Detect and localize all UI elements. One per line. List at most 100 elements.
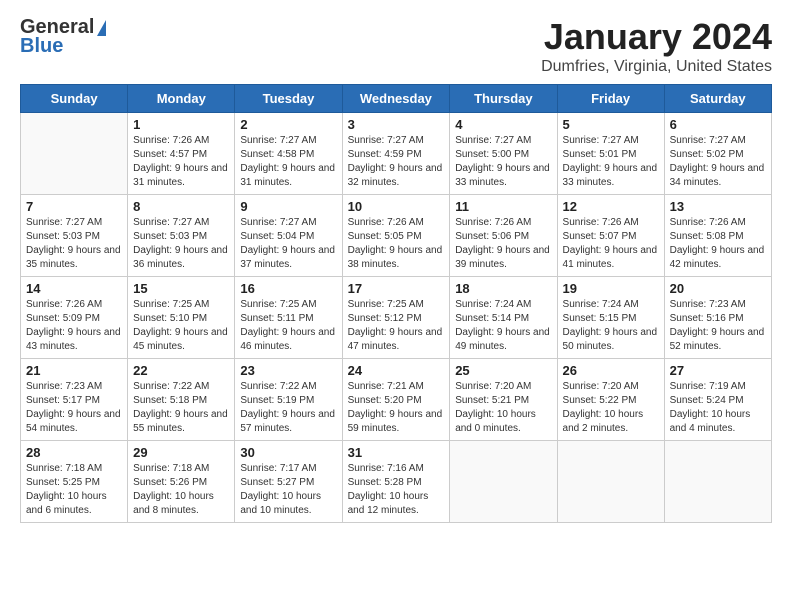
day-number: 16 xyxy=(240,281,336,296)
day-cell xyxy=(21,113,128,195)
day-info: Sunrise: 7:26 AMSunset: 5:09 PMDaylight:… xyxy=(26,298,122,354)
day-number: 5 xyxy=(563,117,659,132)
day-number: 30 xyxy=(240,445,336,460)
day-info: Sunrise: 7:24 AMSunset: 5:14 PMDaylight:… xyxy=(455,298,551,354)
calendar: SundayMondayTuesdayWednesdayThursdayFrid… xyxy=(20,84,772,523)
day-number: 17 xyxy=(348,281,445,296)
day-cell: 3 Sunrise: 7:27 AMSunset: 4:59 PMDaylight… xyxy=(342,113,450,195)
day-cell: 13 Sunrise: 7:26 AMSunset: 5:08 PMDayligh… xyxy=(664,195,771,277)
day-number: 11 xyxy=(455,199,551,214)
day-number: 10 xyxy=(348,199,445,214)
weekday-header-friday: Friday xyxy=(557,85,664,113)
day-number: 26 xyxy=(563,363,659,378)
day-info: Sunrise: 7:27 AMSunset: 5:04 PMDaylight:… xyxy=(240,216,336,272)
day-info: Sunrise: 7:27 AMSunset: 5:00 PMDaylight:… xyxy=(455,134,551,190)
day-cell: 26 Sunrise: 7:20 AMSunset: 5:22 PMDayligh… xyxy=(557,359,664,441)
day-cell: 19Sunrise: 7:24 AMSunset: 5:15 PMDayligh… xyxy=(557,277,664,359)
day-cell: 7 Sunrise: 7:27 AMSunset: 5:03 PMDaylight… xyxy=(21,195,128,277)
week-row-5: 28Sunrise: 7:18 AMSunset: 5:25 PMDayligh… xyxy=(21,441,772,523)
day-number: 6 xyxy=(670,117,766,132)
day-number: 15 xyxy=(133,281,229,296)
day-info: Sunrise: 7:20 AMSunset: 5:22 PMDaylight:… xyxy=(563,380,659,436)
location-title: Dumfries, Virginia, United States xyxy=(541,58,772,76)
day-cell: 6 Sunrise: 7:27 AMSunset: 5:02 PMDaylight… xyxy=(664,113,771,195)
day-info: Sunrise: 7:22 AMSunset: 5:19 PMDaylight:… xyxy=(240,380,336,436)
day-info: Sunrise: 7:21 AMSunset: 5:20 PMDaylight:… xyxy=(348,380,445,436)
day-info: Sunrise: 7:26 AMSunset: 5:05 PMDaylight:… xyxy=(348,216,445,272)
day-info: Sunrise: 7:25 AMSunset: 5:11 PMDaylight:… xyxy=(240,298,336,354)
day-number: 21 xyxy=(26,363,122,378)
day-number: 25 xyxy=(455,363,551,378)
day-cell: 23 Sunrise: 7:22 AMSunset: 5:19 PMDayligh… xyxy=(235,359,342,441)
day-cell: 8 Sunrise: 7:27 AMSunset: 5:03 PMDaylight… xyxy=(128,195,235,277)
day-cell xyxy=(664,441,771,523)
day-cell: 17 Sunrise: 7:25 AMSunset: 5:12 PMDayligh… xyxy=(342,277,450,359)
weekday-header-monday: Monday xyxy=(128,85,235,113)
day-number: 14 xyxy=(26,281,122,296)
weekday-header-saturday: Saturday xyxy=(664,85,771,113)
day-cell: 11Sunrise: 7:26 AMSunset: 5:06 PMDayligh… xyxy=(450,195,557,277)
day-cell: 10 Sunrise: 7:26 AMSunset: 5:05 PMDayligh… xyxy=(342,195,450,277)
day-cell: 28Sunrise: 7:18 AMSunset: 5:25 PMDayligh… xyxy=(21,441,128,523)
day-info: Sunrise: 7:27 AMSunset: 5:01 PMDaylight:… xyxy=(563,134,659,190)
day-number: 13 xyxy=(670,199,766,214)
day-cell xyxy=(557,441,664,523)
day-cell: 15 Sunrise: 7:25 AMSunset: 5:10 PMDayligh… xyxy=(128,277,235,359)
day-number: 23 xyxy=(240,363,336,378)
day-cell: 16 Sunrise: 7:25 AMSunset: 5:11 PMDayligh… xyxy=(235,277,342,359)
day-number: 2 xyxy=(240,117,336,132)
day-info: Sunrise: 7:25 AMSunset: 5:12 PMDaylight:… xyxy=(348,298,445,354)
day-info: Sunrise: 7:23 AMSunset: 5:16 PMDaylight:… xyxy=(670,298,766,354)
day-number: 24 xyxy=(348,363,445,378)
day-number: 18 xyxy=(455,281,551,296)
header: General Blue January 2024 Dumfries, Virg… xyxy=(20,16,772,76)
weekday-header-wednesday: Wednesday xyxy=(342,85,450,113)
day-number: 20 xyxy=(670,281,766,296)
weekday-header-sunday: Sunday xyxy=(21,85,128,113)
day-info: Sunrise: 7:27 AMSunset: 5:03 PMDaylight:… xyxy=(133,216,229,272)
day-info: Sunrise: 7:27 AMSunset: 4:58 PMDaylight:… xyxy=(240,134,336,190)
day-cell: 1Sunrise: 7:26 AMSunset: 4:57 PMDaylight… xyxy=(128,113,235,195)
day-number: 3 xyxy=(348,117,445,132)
day-cell: 5 Sunrise: 7:27 AMSunset: 5:01 PMDaylight… xyxy=(557,113,664,195)
day-number: 4 xyxy=(455,117,551,132)
day-info: Sunrise: 7:16 AMSunset: 5:28 PMDaylight:… xyxy=(348,462,445,518)
day-cell: 12 Sunrise: 7:26 AMSunset: 5:07 PMDayligh… xyxy=(557,195,664,277)
day-number: 22 xyxy=(133,363,229,378)
week-row-3: 14 Sunrise: 7:26 AMSunset: 5:09 PMDayligh… xyxy=(21,277,772,359)
day-cell: 18 Sunrise: 7:24 AMSunset: 5:14 PMDayligh… xyxy=(450,277,557,359)
day-info: Sunrise: 7:26 AMSunset: 5:07 PMDaylight:… xyxy=(563,216,659,272)
logo: General Blue xyxy=(20,16,106,58)
day-cell: 14 Sunrise: 7:26 AMSunset: 5:09 PMDayligh… xyxy=(21,277,128,359)
day-cell: 27Sunrise: 7:19 AMSunset: 5:24 PMDayligh… xyxy=(664,359,771,441)
day-info: Sunrise: 7:25 AMSunset: 5:10 PMDaylight:… xyxy=(133,298,229,354)
day-cell: 21 Sunrise: 7:23 AMSunset: 5:17 PMDayligh… xyxy=(21,359,128,441)
day-info: Sunrise: 7:18 AMSunset: 5:25 PMDaylight:… xyxy=(26,462,122,518)
day-info: Sunrise: 7:26 AMSunset: 4:57 PMDaylight:… xyxy=(133,134,229,190)
day-cell: 31 Sunrise: 7:16 AMSunset: 5:28 PMDayligh… xyxy=(342,441,450,523)
day-cell: 9Sunrise: 7:27 AMSunset: 5:04 PMDaylight… xyxy=(235,195,342,277)
day-number: 29 xyxy=(133,445,229,460)
logo-blue: Blue xyxy=(20,35,63,58)
day-info: Sunrise: 7:26 AMSunset: 5:08 PMDaylight:… xyxy=(670,216,766,272)
day-info: Sunrise: 7:27 AMSunset: 5:03 PMDaylight:… xyxy=(26,216,122,272)
day-number: 31 xyxy=(348,445,445,460)
day-number: 27 xyxy=(670,363,766,378)
day-info: Sunrise: 7:22 AMSunset: 5:18 PMDaylight:… xyxy=(133,380,229,436)
day-number: 7 xyxy=(26,199,122,214)
day-cell xyxy=(450,441,557,523)
day-number: 8 xyxy=(133,199,229,214)
logo-triangle xyxy=(97,20,106,36)
week-row-2: 7 Sunrise: 7:27 AMSunset: 5:03 PMDaylight… xyxy=(21,195,772,277)
day-info: Sunrise: 7:27 AMSunset: 4:59 PMDaylight:… xyxy=(348,134,445,190)
day-cell: 4 Sunrise: 7:27 AMSunset: 5:00 PMDaylight… xyxy=(450,113,557,195)
day-info: Sunrise: 7:27 AMSunset: 5:02 PMDaylight:… xyxy=(670,134,766,190)
day-number: 12 xyxy=(563,199,659,214)
day-cell: 22 Sunrise: 7:22 AMSunset: 5:18 PMDayligh… xyxy=(128,359,235,441)
day-cell: 2 Sunrise: 7:27 AMSunset: 4:58 PMDaylight… xyxy=(235,113,342,195)
day-info: Sunrise: 7:23 AMSunset: 5:17 PMDaylight:… xyxy=(26,380,122,436)
day-cell: 24 Sunrise: 7:21 AMSunset: 5:20 PMDayligh… xyxy=(342,359,450,441)
title-area: January 2024 Dumfries, Virginia, United … xyxy=(541,16,772,76)
week-row-1: 1Sunrise: 7:26 AMSunset: 4:57 PMDaylight… xyxy=(21,113,772,195)
weekday-header-thursday: Thursday xyxy=(450,85,557,113)
